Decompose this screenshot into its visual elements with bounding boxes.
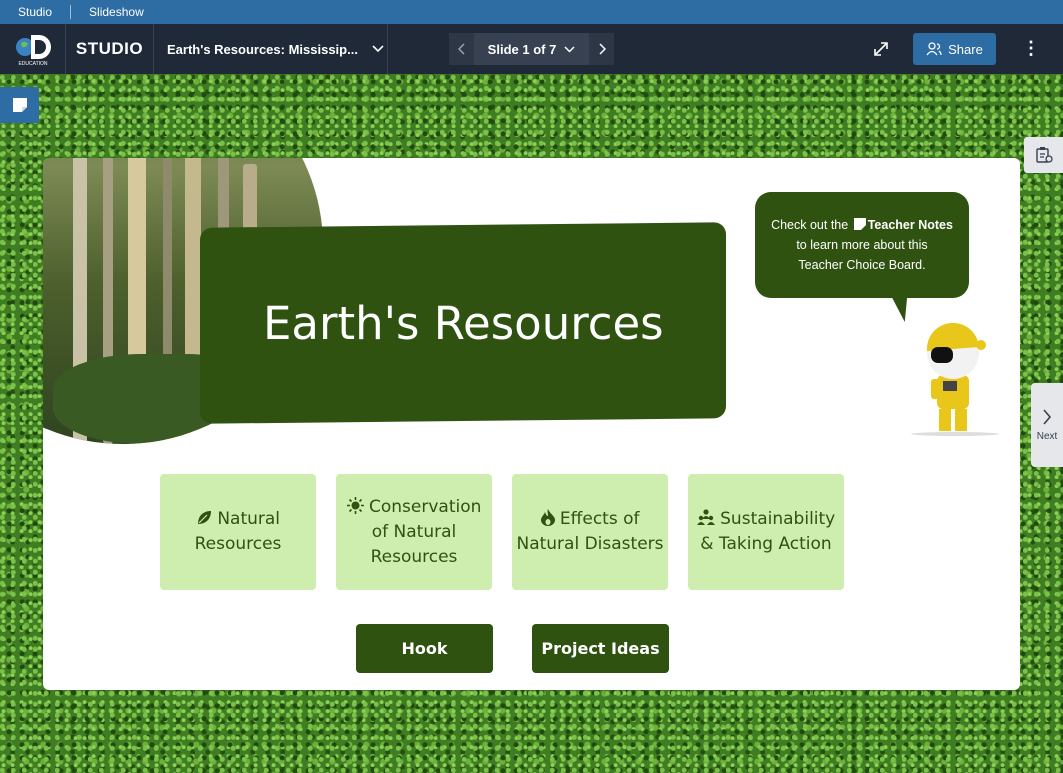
people-icon (926, 42, 942, 56)
slide-navigator: Slide 1 of 7 (449, 33, 614, 65)
divider (70, 5, 72, 19)
callout-text: to learn more about this (796, 238, 928, 252)
tile-label: Natural (217, 509, 281, 529)
chevron-down-icon (564, 45, 575, 53)
document-title-dropdown[interactable]: Earth's Resources: Mississip... (154, 24, 388, 74)
tile-label: Conservation (369, 496, 482, 517)
sticky-note-icon (12, 98, 27, 112)
callout-tail (891, 296, 913, 322)
more-options-icon[interactable]: ⋮ (1022, 38, 1040, 60)
clipboard-panel-button[interactable] (1024, 137, 1063, 173)
tile-label: of Natural (371, 521, 457, 542)
teacher-notes-callout: Check out the Teacher Notes to learn mor… (755, 192, 969, 298)
callout-text: Check out the (771, 218, 849, 232)
slide-indicator: Slide 1 of 7 (487, 41, 557, 57)
tile-label: Effects of (559, 509, 640, 529)
discovery-education-logo[interactable]: EDUCATION (0, 24, 66, 74)
topic-natural-disasters[interactable]: Effects of Natural Disasters (512, 474, 668, 590)
teacher-notes-emphasis: Teacher Notes (867, 218, 953, 232)
title-banner: Earth's Resources (200, 222, 726, 424)
teacher-notes-button[interactable] (0, 87, 39, 123)
next-slide-button[interactable] (589, 33, 614, 65)
document-title: Earth's Resources: Mississip... (167, 41, 358, 57)
leaf-icon (197, 511, 211, 524)
tile-label: Resources (194, 534, 282, 554)
slide-action-buttons: Hook Project Ideas (356, 624, 669, 673)
mini-nav-bar: Studio Slideshow (0, 0, 1063, 24)
fullscreen-expand-icon[interactable] (871, 39, 891, 59)
slide-canvas: Earth's Resources Check out the Teacher … (43, 158, 1020, 690)
chevron-right-icon (1043, 408, 1052, 425)
people-icon (696, 509, 715, 525)
studio-link[interactable]: Studio (18, 5, 52, 19)
robot-mascot-image (911, 323, 999, 436)
slide-title: Earth's Resources (262, 296, 664, 350)
chevron-down-icon (372, 42, 384, 56)
clipboard-icon (1035, 147, 1053, 163)
tile-label: Sustainability (720, 509, 836, 529)
share-label: Share (948, 41, 983, 57)
project-ideas-button[interactable]: Project Ideas (532, 624, 669, 673)
tile-label: & Taking Action (700, 534, 832, 554)
prev-slide-button[interactable] (449, 33, 474, 65)
studio-label: STUDIO (66, 24, 154, 74)
slideshow-link[interactable]: Slideshow (89, 5, 144, 19)
topic-conservation[interactable]: Conservation of Natural Resources (336, 474, 492, 590)
tile-label: Natural Disasters (516, 534, 664, 554)
main-toolbar: EDUCATION STUDIO Earth's Resources: Miss… (0, 24, 1063, 74)
callout-text: Teacher Choice Board. (798, 258, 926, 272)
svg-text:EDUCATION: EDUCATION (18, 61, 47, 67)
hook-button[interactable]: Hook (356, 624, 493, 673)
topic-tiles: Natural Resources Conservation of Natura… (160, 474, 844, 590)
topic-sustainability[interactable]: Sustainability & Taking Action (688, 474, 844, 590)
sun-icon (346, 496, 364, 514)
next-label: Next (1036, 430, 1058, 442)
topic-natural-resources[interactable]: Natural Resources (160, 474, 316, 590)
share-button[interactable]: Share (913, 33, 996, 65)
flame-icon (540, 509, 555, 526)
slide-select[interactable]: Slide 1 of 7 (474, 33, 589, 65)
sticky-note-icon (853, 218, 866, 230)
next-button[interactable]: Next (1031, 383, 1063, 467)
tile-label: Resources (370, 546, 458, 567)
